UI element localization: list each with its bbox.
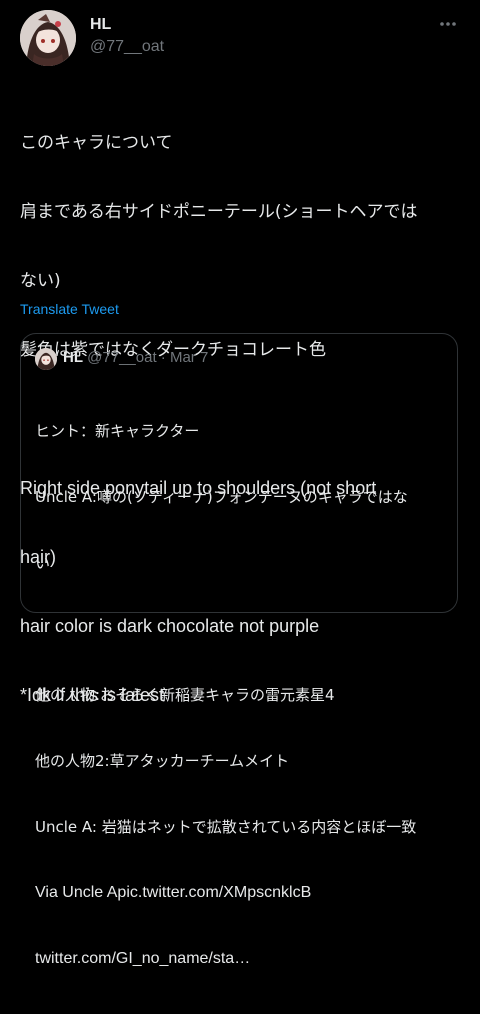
more-horizontal-icon — [440, 22, 456, 26]
avatar[interactable] — [20, 10, 76, 66]
tweet-text-line: ない) — [20, 271, 61, 291]
quoted-text-line: ヒント：新キャラクター — [35, 422, 200, 440]
quoted-avatar — [35, 348, 57, 370]
quoted-text-line: Uncle A: 岩猫はネットで拡散されている内容とほぼ一致 — [35, 818, 417, 836]
author-name[interactable]: HL — [90, 16, 111, 34]
quoted-tweet-header: HL @77__oat · Mar 7 — [63, 349, 208, 366]
translate-tweet-link[interactable]: Translate Tweet — [20, 301, 119, 317]
tweet-text-line: このキャラについて — [20, 133, 173, 153]
quoted-author-handle: @77__oat — [87, 349, 157, 366]
quoted-author-name: HL — [63, 349, 83, 366]
quoted-text-line: い — [35, 554, 51, 572]
quoted-text-line: Uncle A:噂の(ソティーナ)フォンテーヌのキャラではな — [35, 488, 408, 506]
quoted-text-line: 他の人物2:草アタッカーチームメイト — [35, 752, 290, 770]
quoted-tweet-text: ヒント：新キャラクター Uncle A:噂の(ソティーナ)フォンテーヌのキャラで… — [35, 376, 447, 1014]
quoted-text-line: ​ — [35, 618, 447, 640]
quoted-text-line: Via Uncle Apic.twitter.com/XMpscnklcB — [35, 884, 312, 901]
author-handle[interactable]: @77__oat — [90, 38, 164, 56]
quoted-text-line: twitter.com/GI_no_name/sta… — [35, 950, 251, 967]
tweet-text-line: 肩まである右サイドポニーテール(ショートヘアでは — [20, 202, 418, 222]
quoted-date: Mar 7 — [169, 349, 209, 366]
avatar-image — [20, 10, 76, 66]
quoted-separator: · — [160, 349, 166, 366]
quoted-text-line: 他の人物:おそらく新稲妻キャラの雷元素星4 — [35, 686, 335, 704]
quoted-avatar-image — [35, 348, 57, 370]
quoted-tweet-card[interactable]: HL @77__oat · Mar 7 ヒント：新キャラクター Uncle A:… — [20, 333, 458, 967]
more-options-button[interactable] — [438, 14, 458, 34]
